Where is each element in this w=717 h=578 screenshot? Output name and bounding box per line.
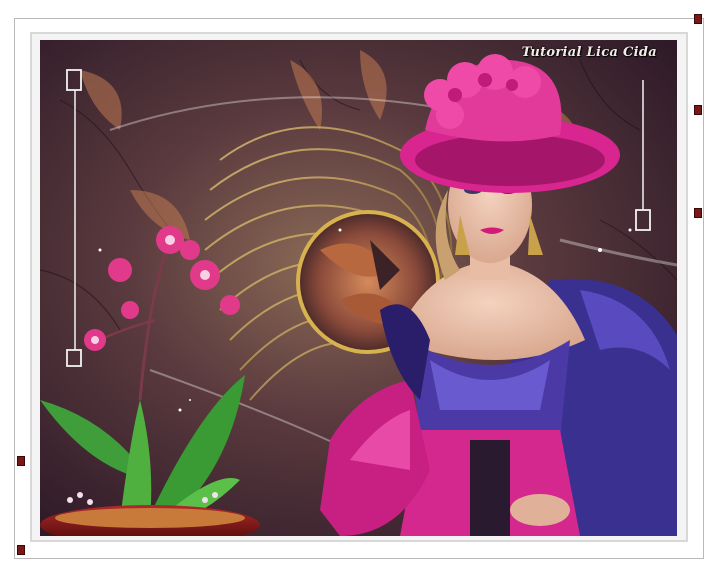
artwork-canvas: Tutorial Lica Cida: [40, 40, 677, 536]
artwork-illustration: [40, 40, 677, 536]
corner-mark-top-right: [694, 14, 702, 24]
watermark-text: Tutorial Lica Cida: [521, 45, 657, 60]
corner-mark-left-1: [17, 456, 25, 466]
corner-mark-bottom-left: [17, 545, 25, 555]
corner-mark-right-2: [694, 208, 702, 218]
corner-mark-right-1: [694, 105, 702, 115]
